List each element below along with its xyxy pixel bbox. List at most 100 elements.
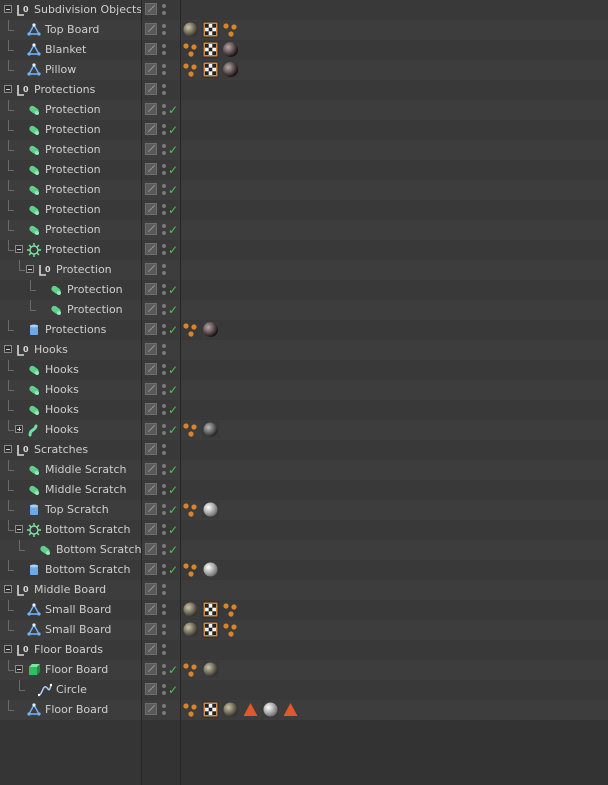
enabled-check-icon[interactable]: ✓	[168, 121, 178, 139]
object-name[interactable]: Floor Board	[45, 660, 108, 680]
tree-row[interactable]: Floor Board	[0, 700, 608, 720]
object-name[interactable]: Hooks	[45, 360, 79, 380]
layer-icon[interactable]	[145, 3, 157, 15]
visibility-dots[interactable]	[162, 423, 166, 437]
tree-row[interactable]: 0 Protection	[0, 260, 608, 280]
checker-material-tag-icon[interactable]	[202, 601, 219, 618]
visibility-dots[interactable]	[162, 703, 166, 717]
layer-icon[interactable]	[145, 563, 157, 575]
visibility-dots[interactable]	[162, 203, 166, 217]
object-name[interactable]: Protection	[56, 260, 112, 280]
visibility-dots[interactable]	[162, 103, 166, 117]
layer-icon[interactable]	[145, 463, 157, 475]
layer-icon[interactable]	[145, 643, 157, 655]
tree-row[interactable]: Protection ✓	[0, 220, 608, 240]
tree-row[interactable]: Bottom Scratch ✓	[0, 540, 608, 560]
checker-material-tag-icon[interactable]	[202, 701, 219, 718]
collapse-icon[interactable]	[26, 265, 34, 273]
phong-tag-icon[interactable]	[182, 701, 199, 718]
collapse-icon[interactable]	[15, 665, 23, 673]
visibility-dots[interactable]	[162, 383, 166, 397]
tree-row[interactable]: 0 Floor Boards	[0, 640, 608, 660]
object-name[interactable]: Protections	[45, 320, 106, 340]
tree-row[interactable]: 0 Protections	[0, 80, 608, 100]
checker-material-tag-icon[interactable]	[202, 21, 219, 38]
light-material-tag-icon[interactable]	[262, 701, 279, 718]
tree-row[interactable]: Top Board	[0, 20, 608, 40]
tree-row[interactable]: Hooks ✓	[0, 400, 608, 420]
visibility-dots[interactable]	[162, 563, 166, 577]
expand-icon[interactable]	[15, 425, 23, 433]
enabled-check-icon[interactable]: ✓	[168, 421, 178, 439]
light-material-tag-icon[interactable]	[202, 561, 219, 578]
dark-material-tag-icon[interactable]	[202, 321, 219, 338]
object-name[interactable]: Hooks	[34, 340, 68, 360]
phong-tag-icon[interactable]	[222, 601, 239, 618]
tree-row[interactable]: Top Scratch ✓	[0, 500, 608, 520]
object-name[interactable]: Protections	[34, 80, 95, 100]
collapse-icon[interactable]	[4, 345, 12, 353]
enabled-check-icon[interactable]: ✓	[168, 481, 178, 499]
object-name[interactable]: Protection	[45, 160, 101, 180]
object-name[interactable]: Protection	[45, 100, 101, 120]
object-name[interactable]: Top Board	[45, 20, 99, 40]
object-name[interactable]: Small Board	[45, 600, 111, 620]
enabled-check-icon[interactable]: ✓	[168, 541, 178, 559]
tree-row[interactable]: Protection ✓	[0, 100, 608, 120]
tree-row[interactable]: Protection ✓	[0, 180, 608, 200]
checker-material-tag-icon[interactable]	[202, 621, 219, 638]
tree-row[interactable]: Hooks ✓	[0, 360, 608, 380]
phong-tag-icon[interactable]	[222, 21, 239, 38]
layer-icon[interactable]	[145, 383, 157, 395]
phong-tag-icon[interactable]	[182, 421, 199, 438]
visibility-dots[interactable]	[162, 123, 166, 137]
warning-tag-icon[interactable]	[242, 701, 259, 718]
object-name[interactable]: Circle	[56, 680, 87, 700]
object-name[interactable]: Protection	[45, 120, 101, 140]
visibility-dots[interactable]	[162, 3, 166, 17]
layer-icon[interactable]	[145, 123, 157, 135]
layer-icon[interactable]	[145, 63, 157, 75]
visibility-dots[interactable]	[162, 163, 166, 177]
object-name[interactable]: Pillow	[45, 60, 76, 80]
object-name[interactable]: Protection	[45, 240, 101, 260]
layer-icon[interactable]	[145, 263, 157, 275]
layer-icon[interactable]	[145, 83, 157, 95]
object-name[interactable]: Protection	[45, 140, 101, 160]
tree-row[interactable]: Middle Scratch ✓	[0, 460, 608, 480]
tree-row[interactable]: Protection ✓	[0, 200, 608, 220]
tree-row[interactable]: Hooks ✓	[0, 380, 608, 400]
light-material-tag-icon[interactable]	[202, 501, 219, 518]
visibility-dots[interactable]	[162, 543, 166, 557]
visibility-dots[interactable]	[162, 683, 166, 697]
tree-row[interactable]: Middle Scratch ✓	[0, 480, 608, 500]
collapse-icon[interactable]	[15, 245, 23, 253]
object-name[interactable]: Bottom Scratch	[45, 520, 130, 540]
object-name[interactable]: Protection	[45, 220, 101, 240]
layer-icon[interactable]	[145, 543, 157, 555]
enabled-check-icon[interactable]: ✓	[168, 321, 178, 339]
object-name[interactable]: Hooks	[45, 380, 79, 400]
tree-row[interactable]: Floor Board ✓	[0, 660, 608, 680]
dark-material-tag-icon[interactable]	[222, 41, 239, 58]
checker-material-tag-icon[interactable]	[202, 41, 219, 58]
object-name[interactable]: Blanket	[45, 40, 86, 60]
enabled-check-icon[interactable]: ✓	[168, 201, 178, 219]
object-name[interactable]: Middle Board	[34, 580, 106, 600]
enabled-check-icon[interactable]: ✓	[168, 521, 178, 539]
layer-icon[interactable]	[145, 363, 157, 375]
sphere-material-tag-icon[interactable]	[182, 21, 199, 38]
layer-icon[interactable]	[145, 703, 157, 715]
tree-row[interactable]: Protection ✓	[0, 300, 608, 320]
enabled-check-icon[interactable]: ✓	[168, 681, 178, 699]
tree-row[interactable]: Protection ✓	[0, 120, 608, 140]
layer-icon[interactable]	[145, 243, 157, 255]
layer-icon[interactable]	[145, 503, 157, 515]
visibility-dots[interactable]	[162, 483, 166, 497]
enabled-check-icon[interactable]: ✓	[168, 461, 178, 479]
sphere-material-tag-icon[interactable]	[222, 701, 239, 718]
visibility-dots[interactable]	[162, 523, 166, 537]
layer-icon[interactable]	[145, 183, 157, 195]
layer-icon[interactable]	[145, 43, 157, 55]
sphere-material-tag-icon[interactable]	[202, 661, 219, 678]
